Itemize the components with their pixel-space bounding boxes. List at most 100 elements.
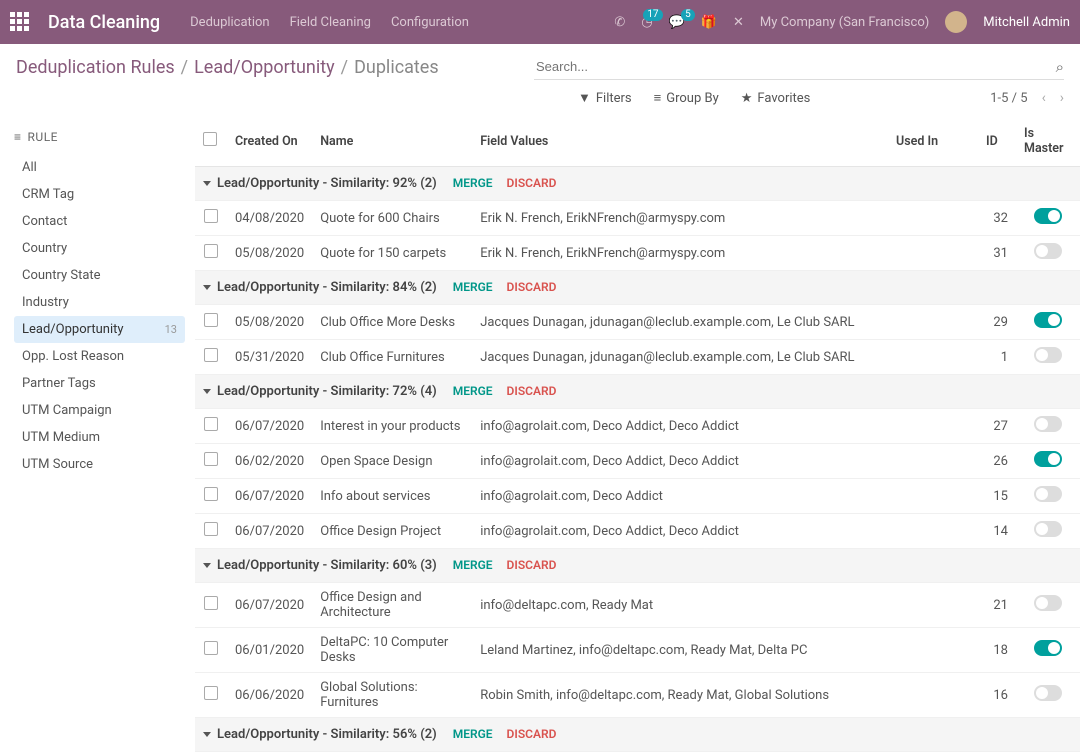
sidebar-item-utm-source[interactable]: UTM Source bbox=[14, 451, 185, 478]
filters-button[interactable]: ▼ Filters bbox=[578, 90, 632, 106]
search-input[interactable] bbox=[534, 54, 1056, 79]
gift-icon[interactable]: 🎁 bbox=[701, 15, 717, 30]
caret-down-icon bbox=[203, 285, 211, 290]
master-toggle[interactable] bbox=[1034, 243, 1062, 259]
table-row[interactable]: 06/07/2020Interest in your productsinfo@… bbox=[195, 409, 1080, 444]
row-checkbox[interactable] bbox=[204, 487, 218, 501]
merge-button[interactable]: MERGE bbox=[453, 176, 493, 190]
merge-button[interactable]: MERGE bbox=[453, 280, 493, 294]
table-row[interactable]: 06/06/2020Global Solutions: FurnituresRo… bbox=[195, 673, 1080, 718]
menu-configuration[interactable]: Configuration bbox=[391, 15, 469, 30]
cell-fieldvalues: info@agrolait.com, Deco Addict, Deco Add… bbox=[472, 444, 888, 479]
row-checkbox[interactable] bbox=[204, 417, 218, 431]
row-checkbox[interactable] bbox=[204, 641, 218, 655]
cell-fieldvalues: Erik N. French, ErikNFrench@armyspy.com bbox=[472, 201, 888, 236]
discard-button[interactable]: DISCARD bbox=[507, 384, 557, 398]
apps-icon[interactable] bbox=[10, 12, 30, 32]
pager-next[interactable]: › bbox=[1060, 90, 1064, 106]
sidebar-item-partner-tags[interactable]: Partner Tags bbox=[14, 370, 185, 397]
sidebar-item-contact[interactable]: Contact bbox=[14, 208, 185, 235]
row-checkbox[interactable] bbox=[204, 522, 218, 536]
discard-button[interactable]: DISCARD bbox=[507, 176, 557, 190]
row-checkbox[interactable] bbox=[204, 452, 218, 466]
cell-name: Office Design Project bbox=[312, 514, 472, 549]
group-header[interactable]: Lead/Opportunity - Similarity: 72% (4)ME… bbox=[195, 375, 1080, 409]
chat-icon[interactable]: 💬5 bbox=[669, 15, 685, 30]
table-row[interactable]: 05/08/2020Club Office More DesksJacques … bbox=[195, 305, 1080, 340]
clock-icon[interactable]: ◷17 bbox=[641, 15, 652, 30]
master-toggle[interactable] bbox=[1034, 486, 1062, 502]
sidebar-item-country[interactable]: Country bbox=[14, 235, 185, 262]
company-selector[interactable]: My Company (San Francisco) bbox=[760, 15, 929, 30]
table-row[interactable]: 06/02/2020Open Space Designinfo@agrolait… bbox=[195, 444, 1080, 479]
discard-button[interactable]: DISCARD bbox=[507, 280, 557, 294]
sidebar-item-lead-opportunity[interactable]: Lead/Opportunity13 bbox=[14, 316, 185, 343]
col-usedin[interactable]: Used In bbox=[888, 116, 978, 167]
menu-field-cleaning[interactable]: Field Cleaning bbox=[290, 15, 371, 30]
merge-button[interactable]: MERGE bbox=[453, 384, 493, 398]
table-row[interactable]: 06/07/2020Info about servicesinfo@agrola… bbox=[195, 479, 1080, 514]
pager-prev[interactable]: ‹ bbox=[1042, 90, 1046, 106]
cell-usedin bbox=[888, 479, 978, 514]
tools-icon[interactable]: ✕ bbox=[733, 15, 744, 30]
table-row[interactable]: 05/31/2020Club Office FurnituresJacques … bbox=[195, 340, 1080, 375]
sidebar-item-industry[interactable]: Industry bbox=[14, 289, 185, 316]
table-row[interactable]: 04/08/2020Quote for 600 ChairsErik N. Fr… bbox=[195, 201, 1080, 236]
row-checkbox[interactable] bbox=[204, 313, 218, 327]
cell-date: 05/31/2020 bbox=[227, 340, 312, 375]
row-checkbox[interactable] bbox=[204, 686, 218, 700]
col-fieldvalues[interactable]: Field Values bbox=[472, 116, 888, 167]
group-header[interactable]: Lead/Opportunity - Similarity: 84% (2) ME… bbox=[195, 271, 1080, 305]
sidebar-item-utm-campaign[interactable]: UTM Campaign bbox=[14, 397, 185, 424]
user-name[interactable]: Mitchell Admin bbox=[983, 15, 1070, 30]
master-toggle[interactable] bbox=[1034, 685, 1062, 701]
crumb-rules[interactable]: Deduplication Rules bbox=[16, 57, 175, 78]
group-header[interactable]: Lead/Opportunity - Similarity: 56% (2)ME… bbox=[195, 718, 1080, 752]
master-toggle[interactable] bbox=[1034, 521, 1062, 537]
master-toggle[interactable] bbox=[1034, 347, 1062, 363]
discard-button[interactable]: DISCARD bbox=[507, 558, 557, 572]
favorites-button[interactable]: ★ Favorites bbox=[741, 91, 811, 106]
sidebar-item-label: All bbox=[22, 160, 37, 175]
phone-icon[interactable]: ✆ bbox=[614, 15, 625, 30]
cell-fieldvalues: Leland Martinez, info@deltapc.com, Ready… bbox=[472, 628, 888, 673]
col-id[interactable]: ID bbox=[978, 116, 1016, 167]
breadcrumb: Deduplication Rules / Lead/Opportunity /… bbox=[16, 57, 439, 78]
master-toggle[interactable] bbox=[1034, 208, 1062, 224]
table-row[interactable]: 06/07/2020Office Design Projectinfo@agro… bbox=[195, 514, 1080, 549]
sidebar-item-country-state[interactable]: Country State bbox=[14, 262, 185, 289]
sidebar-item-all[interactable]: All bbox=[14, 154, 185, 181]
master-toggle[interactable] bbox=[1034, 451, 1062, 467]
row-checkbox[interactable] bbox=[204, 209, 218, 223]
row-checkbox[interactable] bbox=[204, 348, 218, 362]
search-icon[interactable]: ⌕ bbox=[1056, 58, 1064, 76]
select-all-checkbox[interactable] bbox=[203, 132, 217, 146]
col-created[interactable]: Created On bbox=[227, 116, 312, 167]
master-toggle[interactable] bbox=[1034, 640, 1062, 656]
sidebar-item-crm-tag[interactable]: CRM Tag bbox=[14, 181, 185, 208]
sidebar-item-utm-medium[interactable]: UTM Medium bbox=[14, 424, 185, 451]
group-header[interactable]: Lead/Opportunity - Similarity: 60% (3)ME… bbox=[195, 549, 1080, 583]
group-header[interactable]: Lead/Opportunity - Similarity: 92% (2)ME… bbox=[195, 167, 1080, 201]
table-row[interactable]: 06/01/2020DeltaPC: 10 Computer DesksLela… bbox=[195, 628, 1080, 673]
group-title: Lead/Opportunity - Similarity: 84% (2) bbox=[217, 280, 437, 295]
row-checkbox[interactable] bbox=[204, 596, 218, 610]
merge-button[interactable]: MERGE bbox=[453, 558, 493, 572]
master-toggle[interactable] bbox=[1034, 416, 1062, 432]
top-menu: Deduplication Field Cleaning Configurati… bbox=[190, 15, 469, 30]
col-master[interactable]: Is Master bbox=[1016, 116, 1080, 167]
merge-button[interactable]: MERGE bbox=[453, 727, 493, 741]
cell-date: 06/07/2020 bbox=[227, 583, 312, 628]
master-toggle[interactable] bbox=[1034, 312, 1062, 328]
master-toggle[interactable] bbox=[1034, 595, 1062, 611]
avatar[interactable] bbox=[945, 11, 967, 33]
crumb-lead[interactable]: Lead/Opportunity bbox=[194, 57, 335, 78]
col-name[interactable]: Name bbox=[312, 116, 472, 167]
table-row[interactable]: 05/08/2020Quote for 150 carpetsErik N. F… bbox=[195, 236, 1080, 271]
row-checkbox[interactable] bbox=[204, 244, 218, 258]
groupby-button[interactable]: ≡ Group By bbox=[654, 90, 719, 106]
menu-deduplication[interactable]: Deduplication bbox=[190, 15, 269, 30]
table-row[interactable]: 06/07/2020Office Design and Architecture… bbox=[195, 583, 1080, 628]
sidebar-item-opp-lost-reason[interactable]: Opp. Lost Reason bbox=[14, 343, 185, 370]
discard-button[interactable]: DISCARD bbox=[507, 727, 557, 741]
